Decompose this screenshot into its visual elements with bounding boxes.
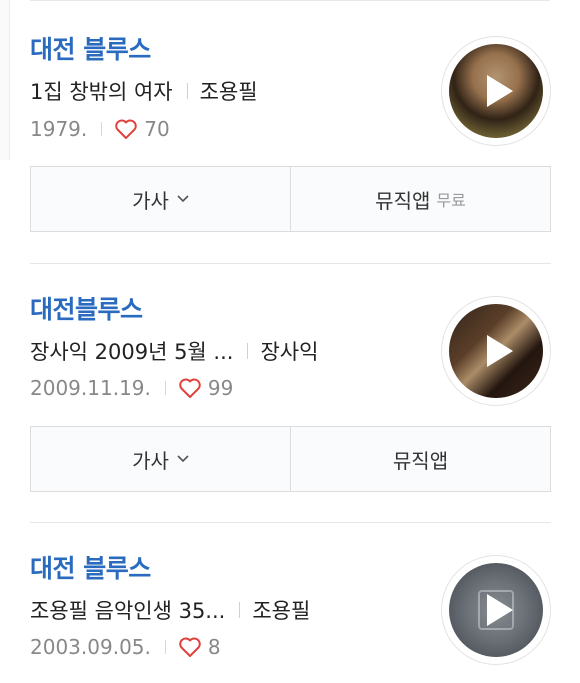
like-count: 99 — [207, 376, 234, 400]
artist-link[interactable]: 장사익 — [260, 336, 318, 366]
song-title-link[interactable]: 대전블루스 — [30, 290, 143, 326]
album-thumbnail-play[interactable] — [441, 555, 551, 665]
action-buttons: 가사 뮤직앱 — [30, 426, 551, 492]
album-thumbnail-play[interactable] — [441, 36, 551, 146]
album-link[interactable]: 1집 창밖의 여자 — [30, 76, 173, 106]
song-title-link[interactable]: 대전 블루스 — [30, 30, 151, 66]
song-result-2: 대전블루스 장사익 2009년 5월 ... 장사익 2009.11.19. 9… — [30, 264, 551, 504]
release-date: 2003.09.05. — [30, 635, 151, 659]
chevron-down-icon — [177, 455, 189, 463]
album-link[interactable]: 조용필 음악인생 35... — [30, 595, 225, 625]
album-art — [449, 44, 543, 138]
meta-row: 2009.11.19. 99 — [30, 376, 233, 400]
lyrics-button[interactable]: 가사 — [31, 427, 290, 491]
album-row: 1집 창밖의 여자 조용필 — [30, 76, 258, 106]
song-title-link[interactable]: 대전 블루스 — [30, 549, 151, 585]
play-icon — [449, 304, 543, 398]
free-badge: 무료 — [436, 191, 466, 210]
lyrics-label: 가사 — [132, 188, 169, 213]
heart-icon[interactable] — [178, 636, 202, 658]
meta-row: 1979. 70 — [30, 117, 170, 141]
heart-icon[interactable] — [178, 377, 202, 399]
meta-row: 2003.09.05. 8 — [30, 635, 221, 659]
album-row: 조용필 음악인생 35... 조용필 — [30, 595, 310, 625]
separator — [101, 122, 103, 136]
artist-link[interactable]: 조용필 — [200, 76, 258, 106]
lyrics-label: 가사 — [132, 448, 169, 473]
music-video-label: 뮤직앱 — [392, 448, 449, 473]
song-result-3: 대전 블루스 조용필 음악인생 35... 조용필 2003.09.05. 8 — [30, 523, 551, 683]
action-buttons: 가사 뮤직앱 무료 — [30, 166, 551, 232]
artist-link[interactable]: 조용필 — [252, 595, 310, 625]
separator — [247, 343, 249, 359]
heart-icon[interactable] — [114, 118, 138, 140]
album-thumbnail-play[interactable] — [441, 296, 551, 406]
like-count: 70 — [144, 117, 170, 141]
album-link[interactable]: 장사익 2009년 5월 ... — [30, 336, 233, 366]
play-icon — [449, 563, 543, 657]
like-count: 8 — [207, 635, 221, 659]
music-video-button[interactable]: 뮤직앱 무료 — [290, 167, 550, 231]
separator — [164, 381, 166, 395]
left-edge-shadow — [0, 0, 10, 160]
release-date: 2009.11.19. — [30, 376, 151, 400]
music-video-label: 뮤직앱 — [375, 188, 431, 213]
chevron-down-icon — [177, 195, 189, 203]
music-video-button[interactable]: 뮤직앱 — [290, 427, 550, 491]
separator — [186, 83, 188, 99]
play-icon — [449, 44, 543, 138]
separator — [164, 640, 166, 654]
song-result-1: 대전 블루스 1집 창밖의 여자 조용필 1979. 70 가사 뮤직앱 무료 — [30, 0, 551, 240]
album-row: 장사익 2009년 5월 ... 장사익 — [30, 336, 318, 366]
album-art — [449, 563, 543, 657]
release-date: 1979. — [30, 117, 88, 141]
album-art — [449, 304, 543, 398]
separator — [239, 602, 241, 618]
lyrics-button[interactable]: 가사 — [31, 167, 290, 231]
